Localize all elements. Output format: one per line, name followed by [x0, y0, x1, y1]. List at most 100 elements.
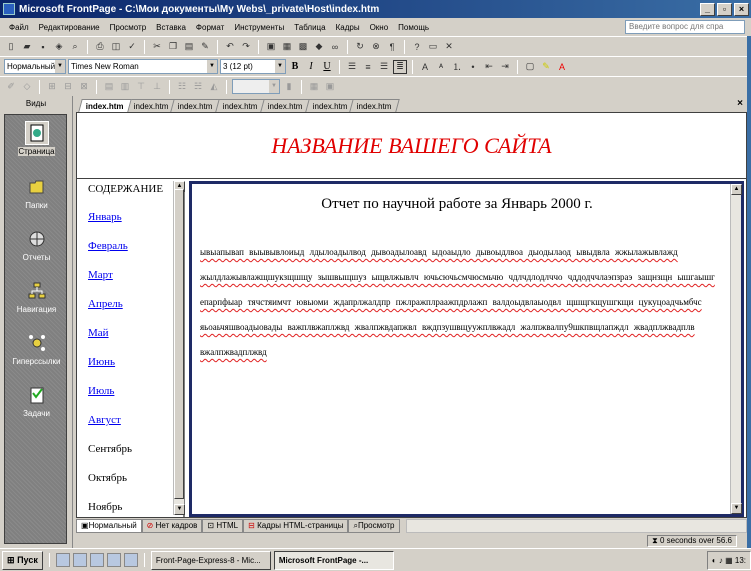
scroll-up-icon[interactable]: ▲ — [731, 184, 742, 195]
report-body-text[interactable]: ывыапывап выывывлоиыд лдылоадылвод дывоа… — [200, 240, 720, 365]
page-editor[interactable]: НАЗВАНИЕ ВАШЕГО САЙТА СОДЕРЖАНИЕ Январь … — [76, 112, 747, 518]
quicklaunch-ie-icon[interactable] — [55, 553, 70, 567]
tab-normal[interactable]: ▣Нормальный — [76, 519, 142, 533]
distribute-rows-icon[interactable]: ☷ — [175, 80, 189, 94]
increase-indent-icon[interactable]: ⇥ — [498, 60, 512, 74]
align-left-icon[interactable]: ☰ — [345, 60, 359, 74]
contents-scrollbar[interactable]: ▲ ▼ — [173, 181, 185, 515]
scroll-thumb[interactable] — [174, 189, 184, 499]
tab-frames-html[interactable]: ⊟ Кадры HTML-страницы — [243, 519, 349, 533]
start-button[interactable]: ⊞ Пуск — [2, 550, 43, 570]
align-right-icon[interactable]: ☰ — [377, 60, 391, 74]
month-link-june[interactable]: Июнь — [88, 356, 132, 385]
copy-icon[interactable]: ❐ — [166, 40, 180, 54]
month-link-august[interactable]: Август — [88, 414, 132, 443]
align-center-icon[interactable]: ≡ — [361, 60, 375, 74]
delete-cells-icon[interactable]: ⊠ — [77, 80, 91, 94]
menu-insert[interactable]: Вставка — [151, 23, 191, 32]
stop-icon[interactable]: ⊗ — [369, 40, 383, 54]
menu-tools[interactable]: Инструменты — [229, 23, 289, 32]
spelling-icon[interactable]: ✓ — [125, 40, 139, 54]
ask-question-input[interactable]: Введите вопрос для спра — [625, 20, 745, 34]
view-tasks[interactable]: Задачи — [5, 383, 68, 418]
eraser-icon[interactable]: ◇ — [20, 80, 34, 94]
hyperlink-icon[interactable]: ∞ — [328, 40, 342, 54]
report-scrollbar[interactable]: ▲ ▼ — [730, 184, 742, 514]
insert-columns-icon[interactable]: ⊟ — [61, 80, 75, 94]
increase-font-icon[interactable]: A — [418, 60, 432, 74]
insert-picture-icon[interactable]: ▩ — [296, 40, 310, 54]
paragraph-icon[interactable]: ¶ — [385, 40, 399, 54]
menu-help[interactable]: Помощь — [393, 23, 434, 32]
redo-icon[interactable]: ↷ — [239, 40, 253, 54]
quicklaunch-outlook-icon[interactable] — [72, 553, 87, 567]
horizontal-scrollbar[interactable] — [405, 519, 747, 533]
format-painter-icon[interactable]: ✎ — [198, 40, 212, 54]
align-top-icon[interactable]: ⊤ — [134, 80, 148, 94]
underline-button[interactable]: U — [320, 60, 334, 74]
menu-frames[interactable]: Кадры — [331, 23, 365, 32]
menu-table[interactable]: Таблица — [289, 23, 330, 32]
quicklaunch-word-icon[interactable] — [123, 553, 138, 567]
minimize-button[interactable]: _ — [700, 2, 715, 16]
menu-edit[interactable]: Редактирование — [34, 23, 105, 32]
draw-table-icon[interactable]: ✐ — [4, 80, 18, 94]
folder-list-icon[interactable]: ▭ — [426, 40, 440, 54]
view-reports[interactable]: Отчеты — [5, 227, 68, 262]
close-document-icon[interactable]: ✕ — [442, 40, 456, 54]
quicklaunch-desktop-icon[interactable] — [89, 553, 104, 567]
scroll-down-icon[interactable]: ▼ — [731, 503, 742, 514]
font-select[interactable]: Times New Roman ▼ — [68, 59, 218, 74]
tab-preview[interactable]: ⌕Просмотр — [348, 519, 400, 533]
bold-button[interactable]: B — [288, 60, 302, 74]
decrease-indent-icon[interactable]: ⇤ — [482, 60, 496, 74]
tab-html[interactable]: ⊡ HTML — [202, 519, 244, 533]
highlight-icon[interactable]: ✎ — [539, 60, 553, 74]
table-properties-icon[interactable]: ▦ — [307, 80, 321, 94]
bullet-list-icon[interactable]: • — [466, 60, 480, 74]
tab-index-7[interactable]: index.htm — [349, 99, 400, 112]
italic-button[interactable]: I — [304, 60, 318, 74]
distribute-columns-icon[interactable]: ☵ — [191, 80, 205, 94]
close-button[interactable]: × — [734, 2, 749, 16]
menu-format[interactable]: Формат — [191, 23, 229, 32]
view-page[interactable]: Страница — [5, 121, 68, 156]
style-select[interactable]: Нормальный ▼ — [4, 59, 66, 74]
split-cells-icon[interactable]: ▥ — [118, 80, 132, 94]
banner-frame[interactable]: НАЗВАНИЕ ВАШЕГО САЙТА — [77, 113, 746, 179]
month-link-march[interactable]: Март — [88, 269, 132, 298]
close-tab-icon[interactable]: × — [737, 98, 743, 109]
menu-view[interactable]: Просмотр — [105, 23, 152, 32]
table-autoformat-select[interactable]: ▼ — [232, 79, 280, 94]
font-size-select[interactable]: 3 (12 pt) ▼ — [220, 59, 286, 74]
tab-index-3[interactable]: index.htm — [170, 99, 221, 112]
contents-frame[interactable]: СОДЕРЖАНИЕ Январь Февраль Март Апрель Ма… — [77, 181, 185, 517]
menu-file[interactable]: Файл — [4, 23, 34, 32]
tab-index-6[interactable]: index.htm — [304, 99, 355, 112]
view-hyperlinks[interactable]: Гиперссылки — [5, 331, 68, 366]
tab-index-4[interactable]: index.htm — [215, 99, 266, 112]
cut-icon[interactable]: ✂ — [150, 40, 164, 54]
tab-index-1[interactable]: index.htm — [78, 99, 132, 112]
borders-icon[interactable]: ▢ — [523, 60, 537, 74]
open-icon[interactable]: ▰ — [20, 40, 34, 54]
justify-icon[interactable]: ≣ — [393, 59, 407, 74]
quicklaunch-frontpage-icon[interactable] — [106, 553, 121, 567]
paste-icon[interactable]: ▤ — [182, 40, 196, 54]
search-icon[interactable]: ⌕ — [68, 40, 82, 54]
preview-icon[interactable]: ◫ — [109, 40, 123, 54]
report-frame[interactable]: Отчет по научной работе за Январь 2000 г… — [189, 181, 744, 517]
month-link-july[interactable]: Июль — [88, 385, 132, 414]
cell-properties-icon[interactable]: ▣ — [323, 80, 337, 94]
decrease-font-icon[interactable]: ᴬ — [434, 60, 448, 74]
tab-no-frames[interactable]: ⊘ Нет кадров — [141, 519, 203, 533]
save-icon[interactable]: ▪ — [36, 40, 50, 54]
insert-table-icon[interactable]: ▦ — [280, 40, 294, 54]
view-folders[interactable]: Папки — [5, 175, 68, 210]
center-vertically-icon[interactable]: ⊥ — [150, 80, 164, 94]
undo-icon[interactable]: ↶ — [223, 40, 237, 54]
tab-index-5[interactable]: index.htm — [260, 99, 311, 112]
task-frontpage[interactable]: Microsoft FrontPage -... — [273, 550, 394, 570]
drawing-icon[interactable]: ◆ — [312, 40, 326, 54]
help-icon[interactable]: ? — [410, 40, 424, 54]
